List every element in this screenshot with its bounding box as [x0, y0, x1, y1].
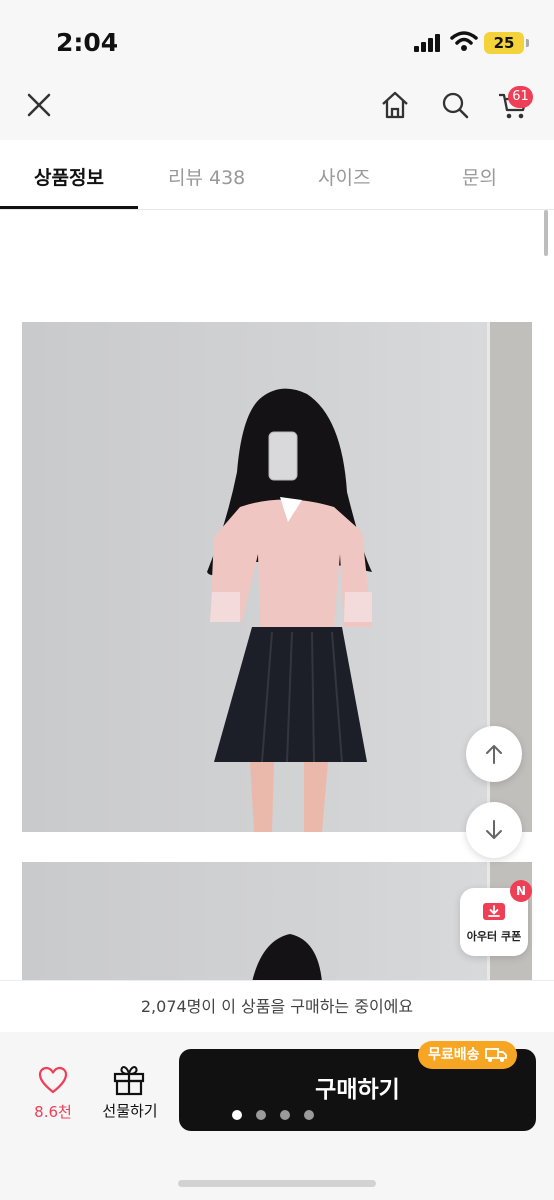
model-figure [207, 388, 372, 832]
coupon-label: 아우터 쿠폰 [466, 930, 522, 943]
product-tabs: 상품정보 리뷰 438 사이즈 문의 [0, 140, 554, 210]
coupon-download-icon [483, 903, 505, 920]
signal-icon [414, 34, 442, 52]
arrow-down-icon [486, 820, 502, 839]
page-indicator [232, 1110, 314, 1122]
close-icon[interactable] [22, 88, 56, 122]
tab-size[interactable]: 사이즈 [318, 163, 370, 190]
truck-icon [484, 1048, 507, 1062]
status-time: 2:04 [56, 28, 119, 57]
product-image-2 [22, 862, 532, 992]
tab-product-info[interactable]: 상품정보 [34, 163, 104, 190]
like-count: 8.6천 [34, 1103, 72, 1121]
wifi-icon [450, 31, 478, 51]
free-shipping-label: 무료배송 [428, 1047, 480, 1063]
heart-icon [38, 1066, 68, 1094]
tab-reviews[interactable]: 리뷰 438 [168, 163, 245, 190]
tab-inquiry[interactable]: 문의 [462, 163, 497, 190]
search-icon[interactable] [438, 88, 472, 122]
gift-button[interactable] [112, 1064, 148, 1096]
arrow-up-icon [486, 745, 502, 764]
scroll-up-button[interactable] [466, 726, 522, 782]
active-tab-indicator [0, 206, 138, 209]
purchase-notice: 2,074명이 이 상품을 구매하는 중이에요 [0, 980, 554, 1032]
page-dot [232, 1110, 242, 1120]
battery-indicator: 25 [484, 32, 529, 54]
page-dot [304, 1110, 314, 1120]
home-indicator[interactable] [178, 1180, 376, 1187]
home-icon[interactable] [378, 88, 412, 122]
product-image [22, 322, 532, 832]
page-dot [256, 1110, 266, 1120]
gift-label: 선물하기 [102, 1102, 158, 1120]
status-bar: 2:04 25 [0, 0, 554, 80]
scrollbar[interactable] [544, 210, 548, 256]
free-shipping-badge: 무료배송 [418, 1041, 517, 1069]
cart-count-badge: 61 [508, 86, 533, 108]
page-dot [280, 1110, 290, 1120]
like-button[interactable] [28, 1066, 78, 1098]
gift-icon [113, 1065, 145, 1096]
scroll-down-button[interactable] [466, 802, 522, 858]
new-badge: N [510, 880, 532, 902]
